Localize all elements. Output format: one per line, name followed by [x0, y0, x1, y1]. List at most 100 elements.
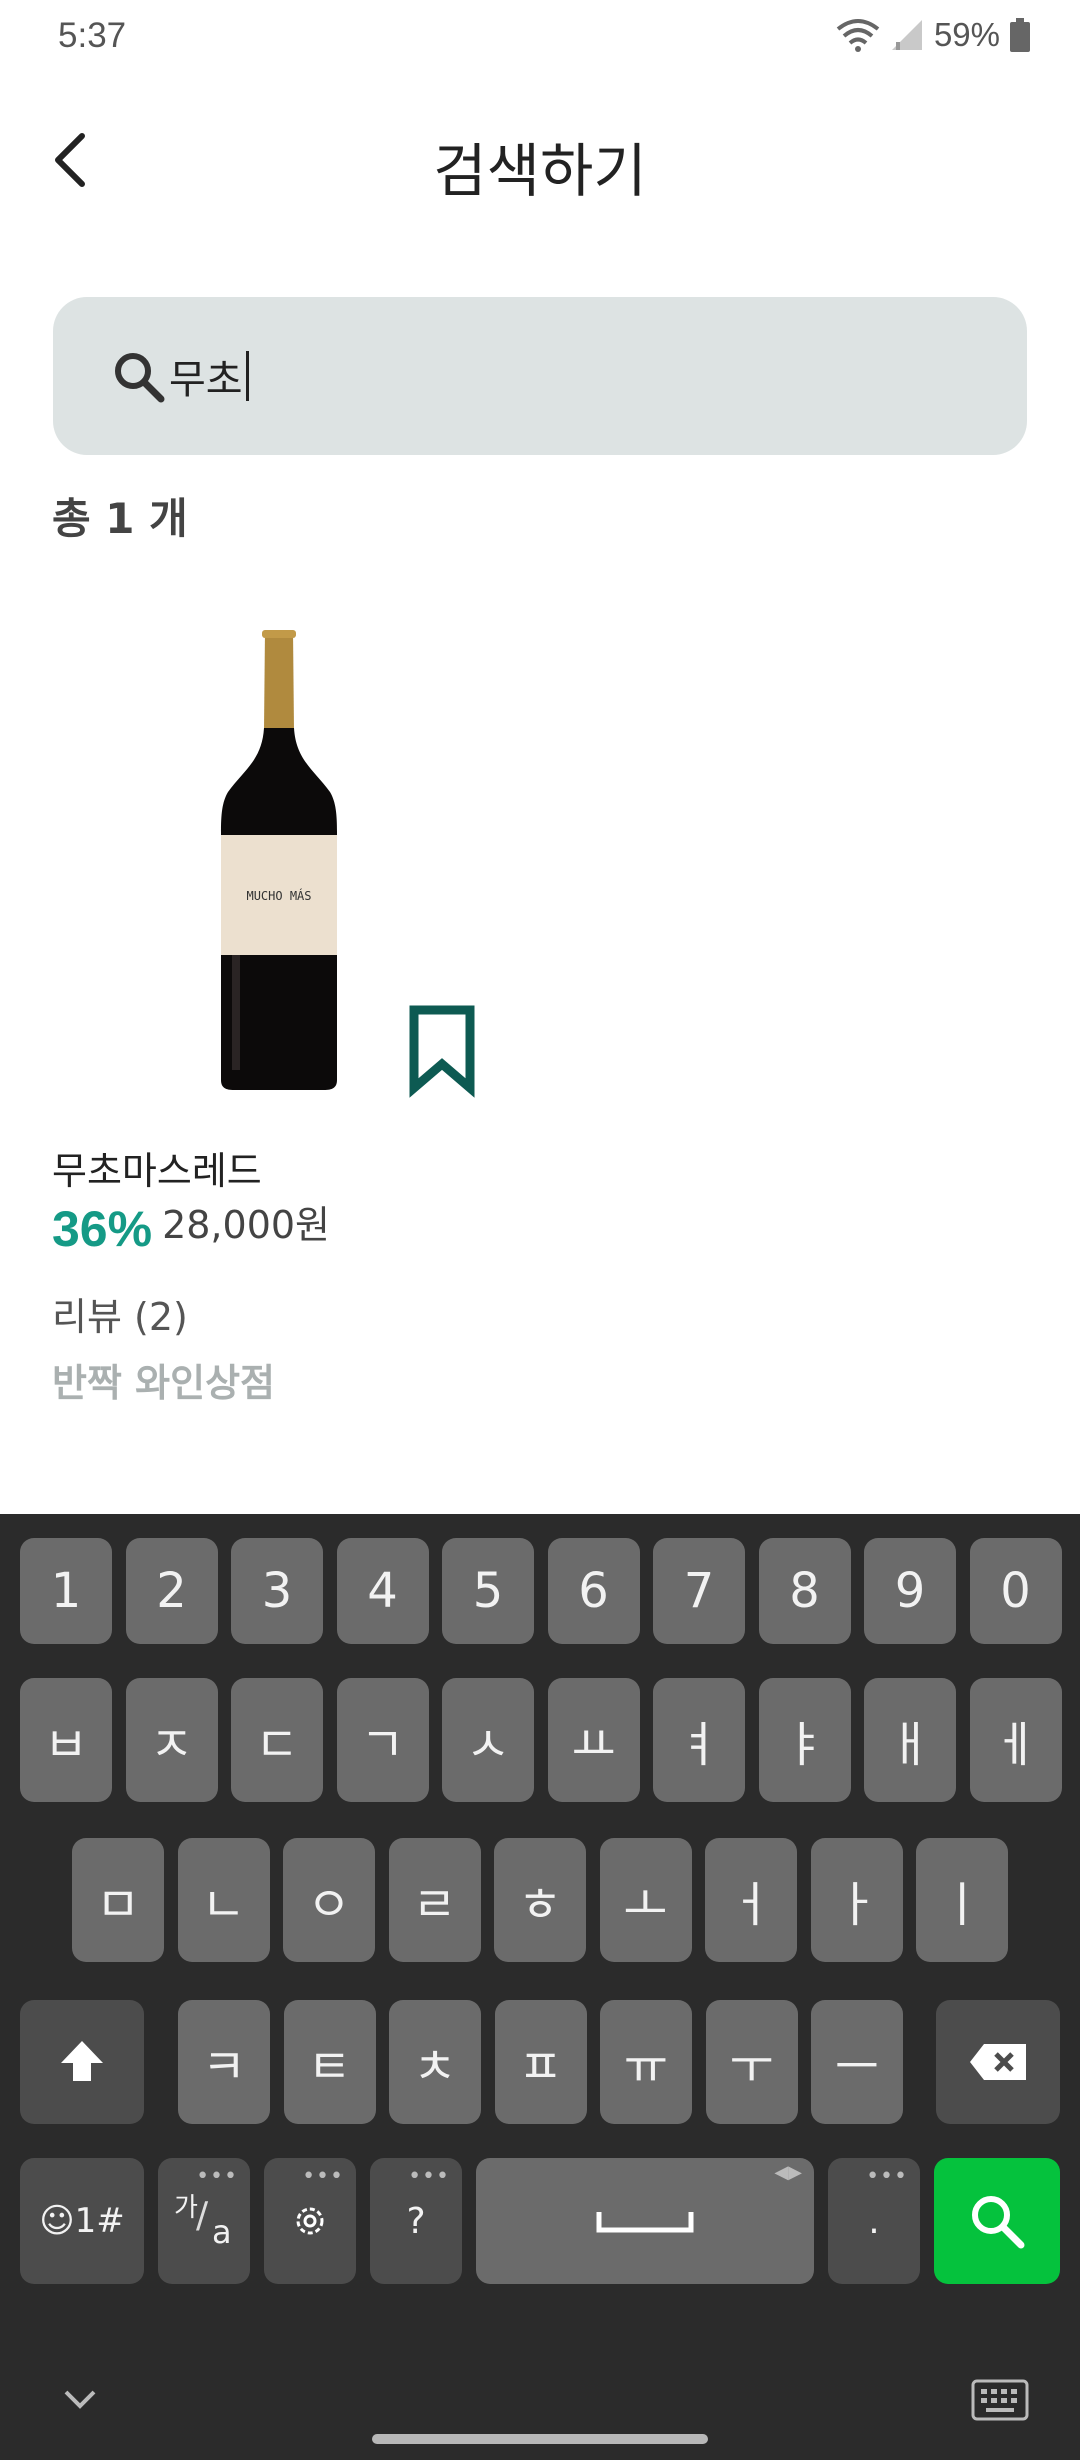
key-0[interactable]: 0 [969, 1538, 1062, 1644]
backspace-key[interactable] [936, 2000, 1060, 2124]
key-ㅡ[interactable]: ㅡ [811, 2000, 903, 2124]
key-label: ㅔ [993, 1717, 1038, 1773]
key-4[interactable]: 4 [336, 1538, 429, 1644]
key-ㅊ[interactable]: ㅊ [389, 2000, 481, 2124]
key-label: ㅠ [623, 2039, 669, 2095]
wifi-icon [836, 19, 880, 52]
search-input[interactable]: 무초 [53, 297, 1027, 455]
search-key[interactable] [934, 2158, 1060, 2284]
key-label: ? [406, 2200, 426, 2242]
page-title: 검색하기 [433, 137, 647, 205]
key-label: ㅡ [834, 2039, 880, 2095]
key-label: ㅍ [518, 2039, 563, 2095]
key-ㅍ[interactable]: ㅍ [494, 2000, 587, 2124]
keyboard-bottom-bar [0, 2360, 1080, 2460]
backspace-icon [970, 2044, 1026, 2080]
key-1[interactable]: 1 [20, 1538, 112, 1644]
home-indicator [372, 2434, 708, 2444]
key-ㅎ[interactable]: ㅎ [494, 1838, 586, 1962]
key-ㄱ[interactable]: ㄱ [336, 1678, 429, 1802]
key-3[interactable]: 3 [231, 1538, 323, 1644]
key-label: ㅓ [728, 1877, 774, 1933]
search-icon [972, 2196, 1025, 2249]
key-ㅕ[interactable]: ㅕ [653, 1678, 745, 1802]
key-label: 6 [578, 1563, 609, 1619]
key-ㅣ[interactable]: ㅣ [916, 1838, 1008, 1962]
status-icons: 59% [836, 16, 1030, 54]
text-caret [245, 351, 249, 401]
key-ㅗ[interactable]: ㅗ [599, 1838, 692, 1962]
lang-key-top: 가 [174, 2193, 198, 2223]
price-row: 36% 28,000원 [52, 1200, 330, 1258]
bookmark-button[interactable] [402, 1000, 482, 1100]
key-label: ㅁ [95, 1877, 141, 1933]
key-6[interactable]: 6 [547, 1538, 640, 1644]
battery-percent: 59% [933, 16, 1000, 53]
status-bar: 5:37 59% [0, 0, 1080, 76]
key-ㅔ[interactable]: ㅔ [969, 1678, 1062, 1802]
discount-rate: 36% [52, 1201, 153, 1257]
more-dots-icon: ••• [302, 2164, 344, 2189]
key-ㄴ[interactable]: ㄴ [177, 1838, 270, 1962]
key-ㅋ[interactable]: ㅋ [178, 2000, 270, 2124]
lang-slash: / [196, 2195, 209, 2236]
key-9[interactable]: 9 [864, 1538, 956, 1644]
key-ㅐ[interactable]: ㅐ [864, 1678, 956, 1802]
key-label: ㄹ [412, 1877, 457, 1933]
product-name: 무초마스레드 [52, 1149, 262, 1193]
product-card[interactable]: MUCHO MÁS 무초마스레드 36% 28,000원 리뷰 (2) 반짝 와… [52, 610, 482, 1410]
key-ㅂ[interactable]: ㅂ [20, 1678, 112, 1802]
key-label: ㅗ [623, 1877, 668, 1933]
key-ㅛ[interactable]: ㅛ [547, 1678, 640, 1802]
header: 검색하기 [0, 100, 1080, 220]
key-ㅁ[interactable]: ㅁ [72, 1838, 164, 1962]
search-query[interactable]: 무초 [169, 347, 249, 405]
lang-key-bottom: a [212, 2213, 232, 2251]
period-key[interactable]: . ••• [828, 2158, 920, 2284]
shift-icon [61, 2041, 103, 2081]
key-label: ㅇ [306, 1877, 352, 1933]
review-count: 리뷰 (2) [52, 1295, 188, 1339]
more-dots-icon: ••• [866, 2164, 908, 2189]
key-7[interactable]: 7 [653, 1538, 745, 1644]
key-label: ㅊ [412, 2039, 458, 2095]
question-key[interactable]: ? ••• [370, 2158, 462, 2284]
symbols-key[interactable]: ☺1# [20, 2158, 144, 2284]
space-key[interactable]: ◀▶ [476, 2158, 814, 2284]
key-ㅜ[interactable]: ㅜ [705, 2000, 798, 2124]
language-switch-key[interactable]: 가 / a ••• [158, 2158, 250, 2284]
hide-keyboard-chevron-icon[interactable] [60, 2386, 100, 2412]
key-label: ㅎ [517, 1877, 563, 1933]
key-label: ㄴ [201, 1877, 246, 1933]
key-label: ㅑ [782, 1717, 827, 1773]
key-5[interactable]: 5 [442, 1538, 534, 1644]
key-label: ㅌ [307, 2039, 352, 2095]
keyboard: 1 2 3 4 5 6 7 8 9 0 ㅂ ㅈ ㄷ ㄱ ㅅ ㅛ ㅕ ㅑ ㅐ ㅔㅁ ㄴ ㅇ ㄹ ㅎ ㅗ ㅓ ㅏ ㅣㅋ ㅌ ㅊ ㅍ ㅠ ㅜ ㅡ ☺1# 가… [0, 1514, 1080, 2460]
key-ㅏ[interactable]: ㅏ [810, 1838, 903, 1962]
key-ㅈ[interactable]: ㅈ [125, 1678, 218, 1802]
key-label: 3 [261, 1563, 293, 1619]
key-2[interactable]: 2 [125, 1538, 218, 1644]
key-8[interactable]: 8 [758, 1538, 851, 1644]
key-ㅑ[interactable]: ㅑ [758, 1678, 851, 1802]
key-label: 2 [156, 1563, 187, 1619]
key-label: 9 [894, 1563, 926, 1619]
key-label: 1 [50, 1563, 82, 1619]
key-label: ㅐ [887, 1717, 933, 1773]
key-ㅅ[interactable]: ㅅ [442, 1678, 534, 1802]
key-label: 4 [367, 1563, 398, 1619]
key-ㅠ[interactable]: ㅠ [600, 2000, 692, 2124]
bottle-label-text: MUCHO MÁS [246, 888, 311, 903]
signal-icon [891, 20, 922, 50]
key-label: ㄱ [360, 1717, 405, 1773]
shift-key[interactable] [20, 2000, 144, 2124]
key-ㅌ[interactable]: ㅌ [283, 2000, 376, 2124]
key-ㄹ[interactable]: ㄹ [388, 1838, 481, 1962]
key-ㄷ[interactable]: ㄷ [231, 1678, 323, 1802]
shop-name: 반짝 와인상점 [52, 1361, 275, 1405]
result-count: 총 1 개 [52, 494, 188, 543]
settings-key[interactable]: ••• [264, 2158, 356, 2284]
keyboard-switch-icon[interactable] [970, 2378, 1030, 2422]
key-ㅇ[interactable]: ㅇ [283, 1838, 375, 1962]
key-ㅓ[interactable]: ㅓ [705, 1838, 797, 1962]
